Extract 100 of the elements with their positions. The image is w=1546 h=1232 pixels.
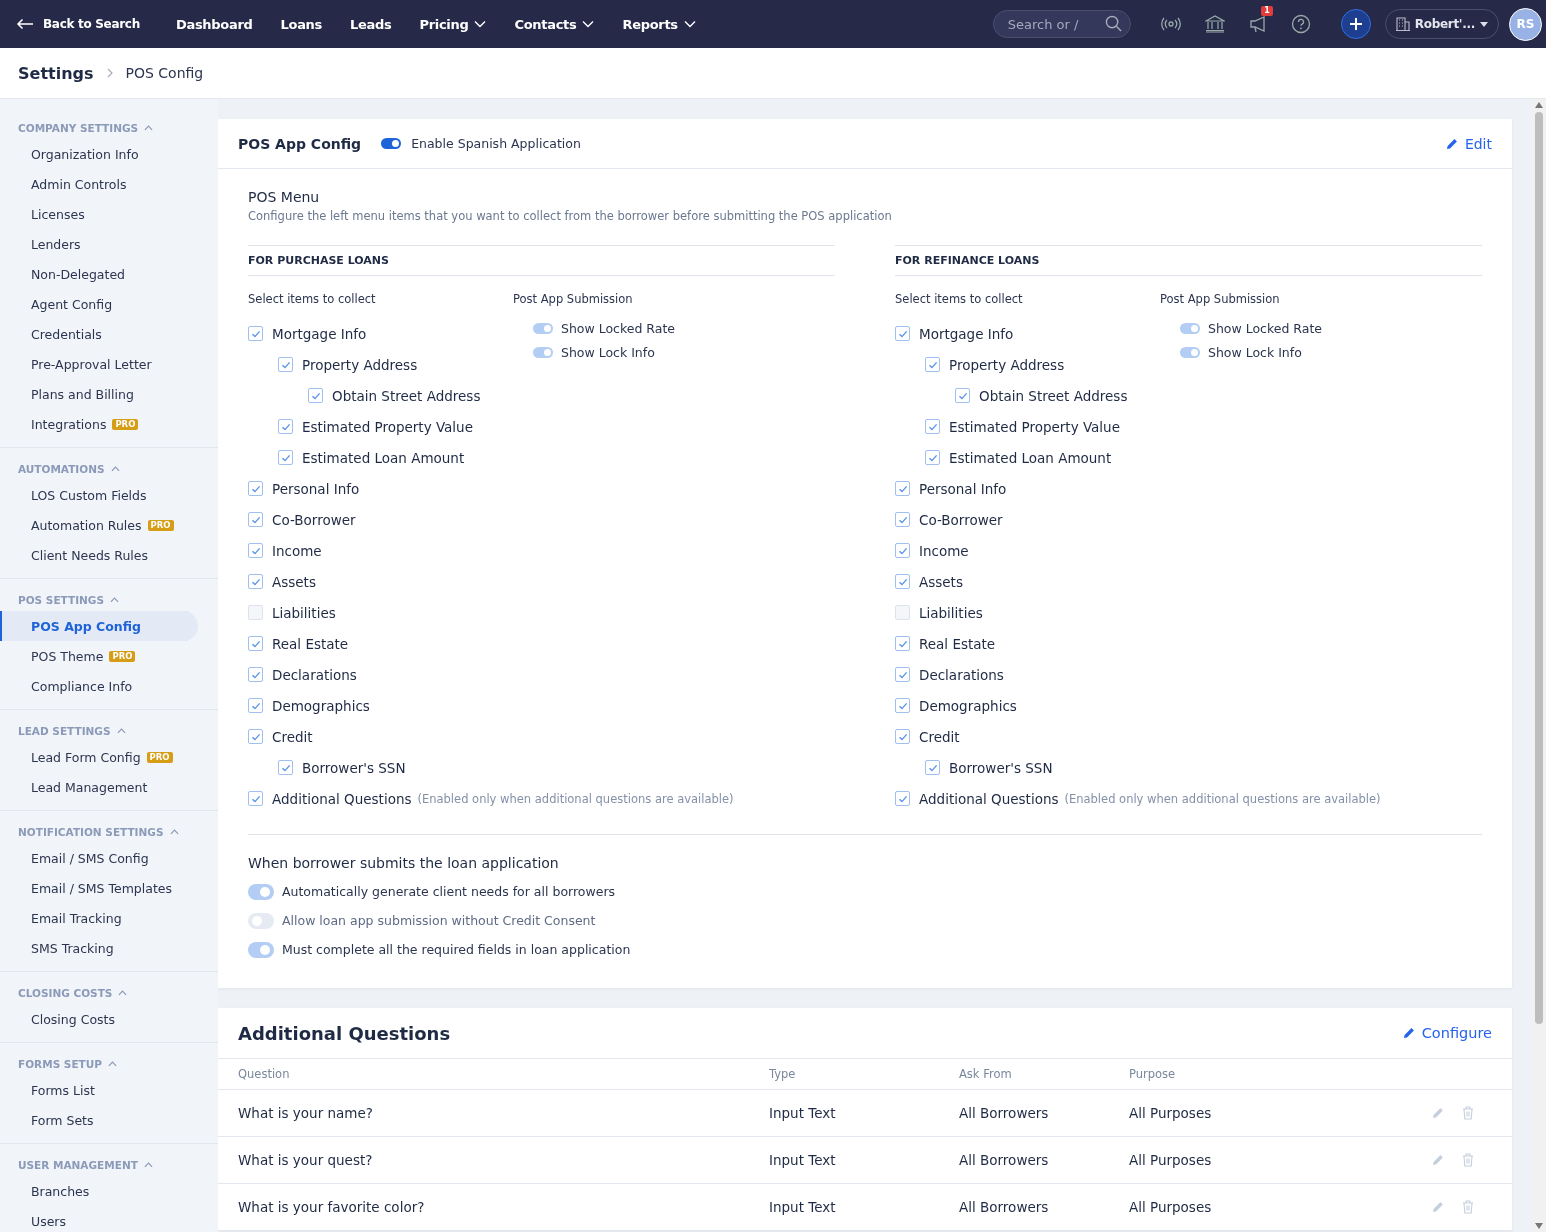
sidebar-item[interactable]: Admin Controls: [0, 169, 198, 199]
sidebar-item[interactable]: Organization Info: [0, 139, 198, 169]
pencil-icon[interactable]: [1432, 1201, 1444, 1213]
checkbox[interactable]: [895, 667, 910, 682]
checkbox[interactable]: [248, 574, 263, 589]
sidebar-item[interactable]: Lead Form Config PRO: [0, 742, 198, 772]
nav-item[interactable]: Contacts: [500, 16, 609, 32]
sidebar-item[interactable]: Credentials: [0, 319, 198, 349]
sidebar-item[interactable]: Integrations PRO: [0, 409, 198, 439]
checkbox[interactable]: [895, 512, 910, 527]
trash-icon[interactable]: [1462, 1153, 1474, 1167]
checkbox[interactable]: [248, 326, 263, 341]
sidebar-item[interactable]: Compliance Info: [0, 671, 198, 701]
toggle-switch[interactable]: [381, 138, 402, 149]
checkbox[interactable]: [955, 388, 970, 403]
sidebar-item[interactable]: Email / SMS Templates: [0, 873, 198, 903]
back-link[interactable]: Back to Search: [16, 17, 140, 31]
nav-item[interactable]: Leads: [336, 16, 406, 32]
checkbox[interactable]: [248, 791, 263, 806]
toggle-label: Show Lock Info: [561, 345, 655, 360]
table-cell-text: What is your favorite color?: [238, 1199, 426, 1215]
checkbox-label: Credit: [272, 728, 313, 745]
subheading: Select items to collect: [248, 292, 377, 306]
scroll-up-icon[interactable]: [1535, 102, 1543, 108]
sidebar-item[interactable]: Users: [0, 1206, 198, 1232]
sidebar-item[interactable]: SMS Tracking: [0, 933, 198, 963]
sidebar-item[interactable]: Lead Management: [0, 772, 198, 802]
sidebar-item[interactable]: POS Theme PRO: [0, 641, 198, 671]
building-icon: [1395, 17, 1410, 31]
sidebar-item[interactable]: Lenders: [0, 229, 198, 259]
checkbox[interactable]: [895, 729, 910, 744]
plan-badge: PRO: [147, 519, 174, 531]
checkbox-label: Real Estate: [919, 635, 996, 652]
checkbox[interactable]: [895, 698, 910, 713]
toggle-label: Show Locked Rate: [561, 321, 676, 336]
sidebar-item[interactable]: Form Sets: [0, 1105, 198, 1135]
checkbox[interactable]: [248, 481, 263, 496]
checkbox[interactable]: [925, 357, 940, 372]
checkbox-label: Demographics: [919, 697, 1017, 714]
sidebar-item[interactable]: Branches: [0, 1176, 198, 1206]
table-cell-text: Input Text: [769, 1152, 837, 1168]
broadcast-icon[interactable]: [1160, 17, 1181, 31]
configure-button[interactable]: Configure: [1402, 1025, 1492, 1041]
checkbox[interactable]: [895, 605, 910, 620]
checkbox[interactable]: [895, 481, 910, 496]
breadcrumb-link[interactable]: Settings: [18, 63, 94, 83]
sidebar-item[interactable]: Pre-Approval Letter: [0, 349, 198, 379]
checkbox[interactable]: [278, 450, 293, 465]
add-button[interactable]: [1340, 9, 1371, 39]
checkbox[interactable]: [248, 698, 263, 713]
checkbox[interactable]: [925, 450, 940, 465]
nav-item[interactable]: Dashboard: [161, 16, 267, 32]
checkbox[interactable]: [895, 326, 910, 341]
checkbox[interactable]: [895, 574, 910, 589]
megaphone-icon[interactable]: [1248, 15, 1267, 33]
sidebar-item[interactable]: Agent Config: [0, 289, 198, 319]
checkbox[interactable]: [925, 760, 940, 775]
checkbox[interactable]: [248, 543, 263, 558]
sidebar-item[interactable]: Client Needs Rules: [0, 540, 198, 570]
trash-icon[interactable]: [1462, 1200, 1474, 1214]
checkbox[interactable]: [895, 791, 910, 806]
trash-icon[interactable]: [1462, 1106, 1474, 1120]
checkbox[interactable]: [308, 388, 323, 403]
search-field[interactable]: Search or /: [992, 10, 1131, 38]
checkbox[interactable]: [278, 760, 293, 775]
checkbox[interactable]: [895, 636, 910, 651]
checkbox-label: Estimated Property Value: [302, 418, 473, 435]
nav-item[interactable]: Pricing: [405, 16, 501, 32]
sidebar-item[interactable]: Forms List: [0, 1075, 198, 1105]
checkbox[interactable]: [248, 729, 263, 744]
column-header: Question: [238, 1067, 291, 1081]
pencil-icon[interactable]: [1432, 1154, 1444, 1166]
checkbox[interactable]: [248, 605, 263, 620]
sidebar-item[interactable]: Plans and Billing: [0, 379, 198, 409]
checkbox[interactable]: [895, 543, 910, 558]
bank-icon[interactable]: [1204, 15, 1225, 33]
sidebar-item[interactable]: Licenses: [0, 199, 198, 229]
sidebar-item[interactable]: POS App Config: [0, 611, 198, 641]
sidebar-item[interactable]: Email / SMS Config: [0, 843, 198, 873]
edit-button[interactable]: Edit: [1445, 135, 1492, 152]
pencil-icon: [1445, 137, 1458, 150]
checkbox[interactable]: [248, 636, 263, 651]
checkbox[interactable]: [278, 357, 293, 372]
sidebar-item[interactable]: Automation Rules PRO: [0, 510, 198, 540]
scroll-down-icon[interactable]: [1535, 1223, 1543, 1229]
sidebar-item[interactable]: Closing Costs: [0, 1004, 198, 1034]
nav-item[interactable]: Reports: [608, 16, 710, 32]
sidebar-item[interactable]: Non-Delegated: [0, 259, 198, 289]
sidebar-item[interactable]: Email Tracking: [0, 903, 198, 933]
scrollbar[interactable]: [1532, 99, 1546, 1232]
search-icon[interactable]: [1104, 15, 1122, 32]
sidebar-item[interactable]: LOS Custom Fields: [0, 480, 198, 510]
checkbox[interactable]: [925, 419, 940, 434]
checkbox[interactable]: [248, 512, 263, 527]
checkbox-label: Estimated Loan Amount: [302, 449, 465, 466]
checkbox[interactable]: [278, 419, 293, 434]
help-icon[interactable]: [1290, 14, 1311, 34]
nav-item[interactable]: Loans: [266, 16, 336, 32]
checkbox[interactable]: [248, 667, 263, 682]
pencil-icon[interactable]: [1432, 1107, 1444, 1119]
